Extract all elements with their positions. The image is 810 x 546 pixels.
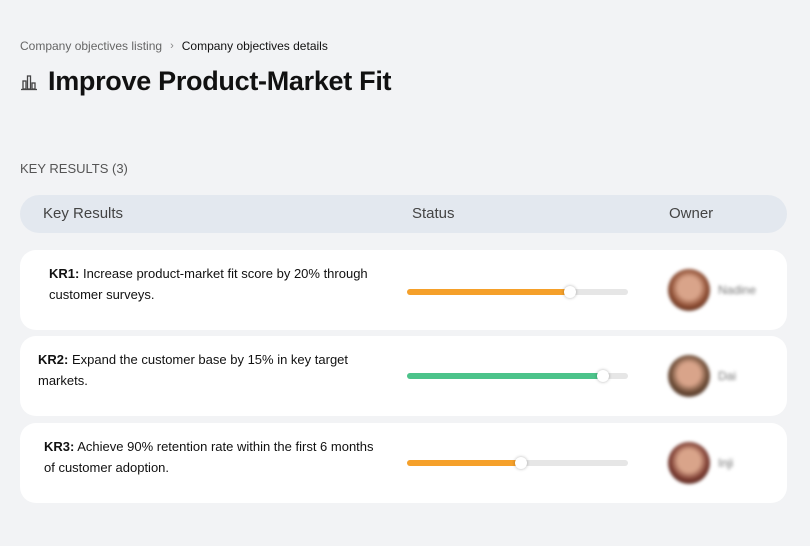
avatar <box>668 355 710 397</box>
header-owner: Owner <box>669 205 714 222</box>
progress-bar <box>407 457 628 469</box>
owner[interactable]: Inji <box>668 442 733 484</box>
key-result-text: KR3: Achieve 90% retention rate within t… <box>44 436 374 478</box>
key-result-description: Expand the customer base by 15% in key t… <box>38 352 349 388</box>
table-header: Key Results Status Owner <box>20 195 787 233</box>
owner-name: Dai <box>718 369 737 383</box>
progress-bar <box>407 370 628 382</box>
progress-fill <box>407 370 609 382</box>
page-title: Improve Product-Market Fit <box>48 66 392 96</box>
key-result-text: KR2: Expand the customer base by 15% in … <box>38 349 368 391</box>
key-result-id: KR3: <box>44 439 75 454</box>
key-result-description: Achieve 90% retention rate within the fi… <box>44 439 374 475</box>
avatar <box>668 442 710 484</box>
header-status: Status <box>412 205 455 222</box>
breadcrumb-current: Company objectives details <box>181 39 328 53</box>
owner-name: Nadine <box>718 283 757 297</box>
progress-knob <box>514 457 527 469</box>
key-result-id: KR1: <box>49 266 80 281</box>
progress-knob <box>596 370 609 382</box>
key-result-id: KR2: <box>38 352 69 367</box>
header-key-results: Key Results <box>43 205 124 222</box>
table-row[interactable]: KR2: Expand the customer base by 15% in … <box>20 336 787 416</box>
page-header: Improve Product-Market Fit <box>20 66 392 97</box>
breadcrumb: Company objectives listing › Company obj… <box>20 39 328 53</box>
table-row[interactable]: KR1: Increase product-market fit score b… <box>20 250 787 330</box>
progress-bar <box>407 286 628 298</box>
owner-name: Inji <box>718 456 734 470</box>
owner[interactable]: Dai <box>668 355 736 397</box>
progress-knob <box>563 286 576 298</box>
section-label: KEY RESULTS (3) <box>20 161 128 176</box>
owner[interactable]: Nadine <box>668 269 756 311</box>
key-result-description: Increase product-market fit score by 20%… <box>49 266 368 302</box>
progress-fill <box>407 286 576 298</box>
bar-chart-icon <box>21 74 37 90</box>
key-result-text: KR1: Increase product-market fit score b… <box>49 263 379 305</box>
breadcrumb-parent-link[interactable]: Company objectives listing <box>20 39 162 53</box>
table-row[interactable]: KR3: Achieve 90% retention rate within t… <box>20 423 787 503</box>
chevron-right-icon: › <box>170 40 174 52</box>
avatar <box>668 269 710 311</box>
progress-fill <box>407 457 527 469</box>
